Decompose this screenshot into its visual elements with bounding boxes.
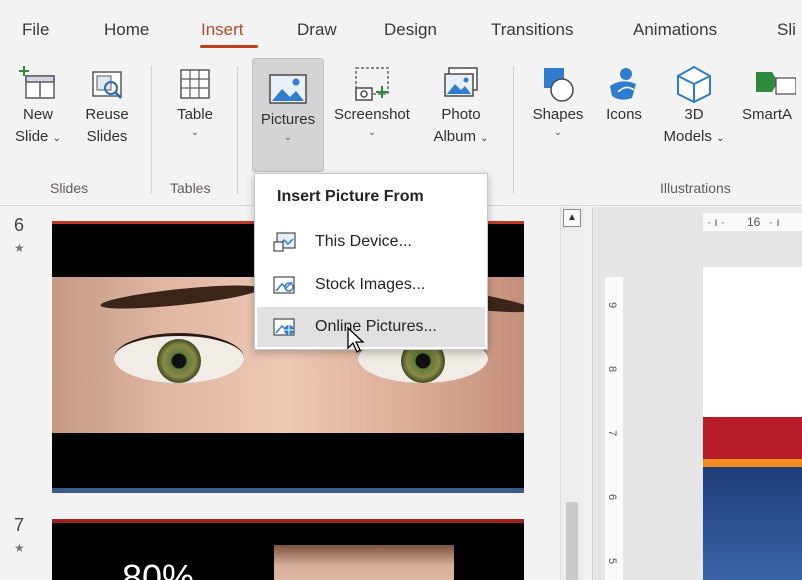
ruler-mark-6: 6 xyxy=(606,493,619,501)
slide-7-transition-marker: ★ xyxy=(14,541,25,555)
scroll-up-arrow-icon[interactable]: ▲ xyxy=(563,209,581,227)
new-slide-icon xyxy=(19,66,55,99)
this-device-icon xyxy=(273,232,296,252)
photo-album-button[interactable]: Photo Album ⌄ xyxy=(422,64,500,150)
pictures-icon xyxy=(269,74,307,104)
tab-insert[interactable]: Insert xyxy=(201,20,244,40)
ribbon-separator xyxy=(237,66,238,194)
screenshot-label: Screenshot xyxy=(334,106,410,123)
smartart-icon xyxy=(756,72,796,95)
table-icon xyxy=(180,69,210,99)
cube-icon xyxy=(677,65,711,104)
screenshot-icon xyxy=(355,67,389,101)
ruler-mark-7: 7 xyxy=(606,429,619,437)
reuse-slides-label-1: Reuse xyxy=(85,106,129,123)
pictures-caret: ⌄ xyxy=(283,132,293,143)
group-label-tables: Tables xyxy=(170,180,211,196)
shapes-caret: ⌄ xyxy=(553,127,563,138)
smartart-button[interactable]: SmartA xyxy=(742,64,802,126)
new-slide-caret: ⌄ xyxy=(52,133,61,144)
3d-models-label-1: 3D xyxy=(684,106,704,123)
stock-images-icon xyxy=(273,276,295,294)
menu-bar: File Home Insert Draw Design Transitions… xyxy=(0,0,802,56)
pictures-button[interactable]: Pictures ⌄ xyxy=(252,58,324,172)
online-pictures-icon xyxy=(273,318,295,336)
shapes-icon xyxy=(544,68,574,102)
slide-number-7: 7 xyxy=(14,515,25,535)
3d-models-label-2: Models xyxy=(663,128,712,145)
online-pictures-label: Online Pictures... xyxy=(315,318,437,335)
3d-models-button[interactable]: 3D Models ⌄ xyxy=(656,64,732,150)
slide-editor: · ı · 16 · ı 9 8 7 6 5 xyxy=(592,207,802,580)
vertical-ruler: 9 8 7 6 5 xyxy=(605,277,623,580)
insert-picture-menu: Insert Picture From This Device... Stock… xyxy=(254,173,488,350)
new-slide-button[interactable]: New Slide ⌄ xyxy=(12,64,64,150)
group-label-slides: Slides xyxy=(50,180,89,196)
ribbon-separator xyxy=(513,66,514,194)
menu-item-online-pictures[interactable]: Online Pictures... xyxy=(257,307,485,347)
reuse-slides-label-2: Slides xyxy=(86,128,128,145)
ruler-mark-5: 5 xyxy=(606,557,619,565)
slide-7-photo xyxy=(274,545,454,580)
table-button[interactable]: Table ⌄ xyxy=(168,64,222,140)
thumbnail-scrollbar[interactable]: ▲ xyxy=(560,207,584,580)
slide-canvas[interactable] xyxy=(703,267,802,580)
photo-album-label-1: Photo xyxy=(441,106,481,123)
reuse-slides-icon xyxy=(92,71,122,99)
horizontal-ruler: · ı · 16 · ı xyxy=(703,213,802,231)
mouse-pointer-icon xyxy=(347,326,365,353)
ruler-mark-16: 16 xyxy=(747,215,761,229)
tab-transitions[interactable]: Transitions xyxy=(491,20,574,40)
stock-images-label: Stock Images... xyxy=(315,276,426,293)
tab-animations[interactable]: Animations xyxy=(633,20,717,40)
group-label-illustrations: Illustrations xyxy=(660,180,731,196)
screenshot-caret: ⌄ xyxy=(367,127,377,138)
slide-7-percentage: 80% xyxy=(122,557,195,580)
icons-label: Icons xyxy=(606,106,642,123)
reuse-slides-button[interactable]: Reuse Slides xyxy=(78,64,136,148)
photo-album-label-2: Album xyxy=(433,128,476,145)
3d-models-caret: ⌄ xyxy=(716,133,725,144)
tab-file[interactable]: File xyxy=(22,20,49,40)
table-label: Table xyxy=(177,106,213,123)
shapes-label: Shapes xyxy=(532,106,584,123)
menu-item-stock-images[interactable]: Stock Images... xyxy=(257,265,485,305)
tab-slideshow[interactable]: Sli xyxy=(777,20,796,40)
tab-home[interactable]: Home xyxy=(104,20,149,40)
new-slide-label-1: New xyxy=(22,106,53,123)
ribbon-separator xyxy=(151,66,152,194)
ruler-mark-9: 9 xyxy=(606,301,619,309)
smartart-label: SmartA xyxy=(742,106,793,123)
screenshot-button[interactable]: Screenshot ⌄ xyxy=(326,64,418,140)
scroll-thumb[interactable] xyxy=(566,502,578,580)
active-tab-indicator xyxy=(200,45,258,48)
photo-album-caret: ⌄ xyxy=(480,133,489,144)
table-caret: ⌄ xyxy=(190,127,200,138)
photo-album-icon xyxy=(444,67,478,97)
slide-6-transition-marker: ★ xyxy=(14,241,25,255)
tab-draw[interactable]: Draw xyxy=(297,20,337,40)
slide-thumbnail-7[interactable]: 80% xyxy=(52,519,524,580)
tab-design[interactable]: Design xyxy=(384,20,437,40)
insert-picture-menu-title: Insert Picture From xyxy=(277,188,424,205)
icons-button[interactable]: Icons xyxy=(596,64,652,126)
shapes-button[interactable]: Shapes ⌄ xyxy=(526,64,590,140)
ruler-mark-8: 8 xyxy=(606,365,619,373)
pictures-label: Pictures xyxy=(260,111,316,128)
this-device-label: This Device... xyxy=(315,233,412,250)
slide-number-6: 6 xyxy=(14,215,25,235)
icons-icon xyxy=(610,68,636,100)
menu-item-this-device[interactable]: This Device... xyxy=(257,222,485,262)
new-slide-label-2: Slide xyxy=(15,128,49,145)
